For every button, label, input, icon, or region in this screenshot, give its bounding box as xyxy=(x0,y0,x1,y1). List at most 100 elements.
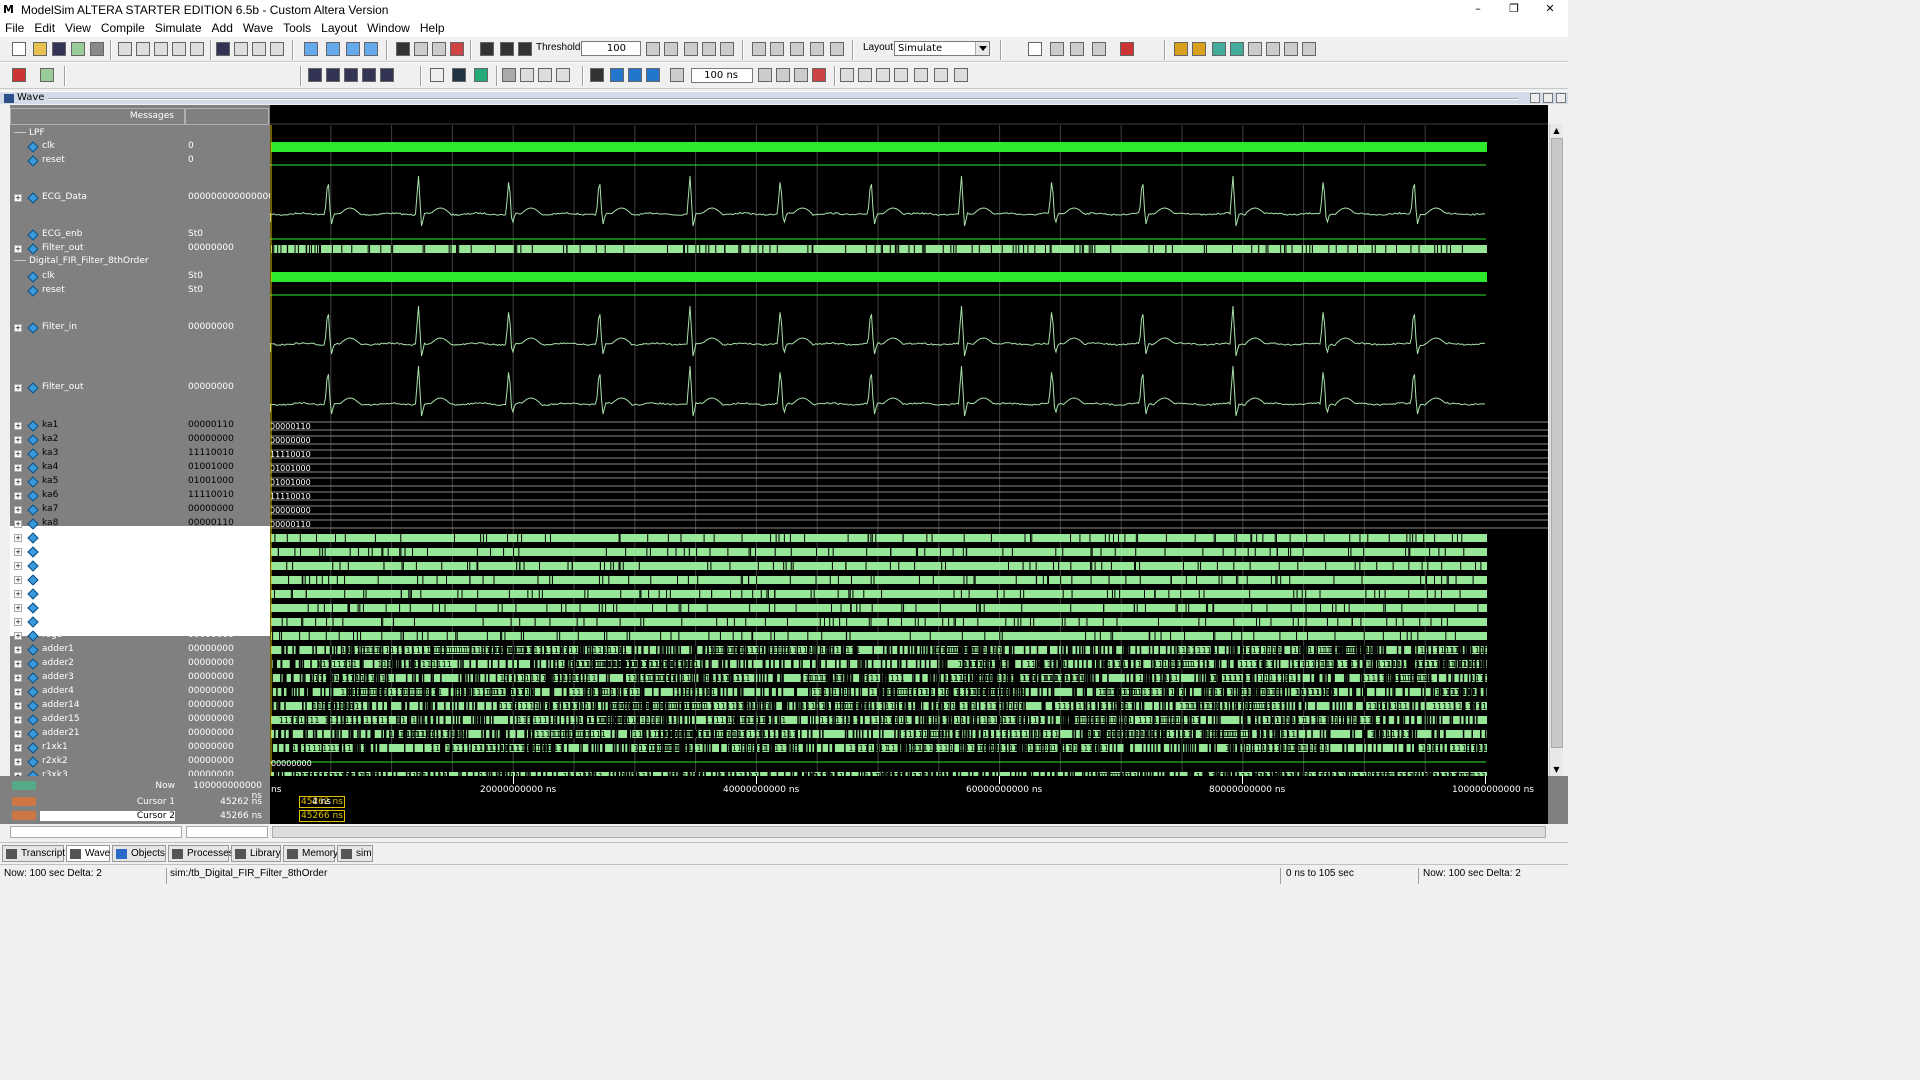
signal-row[interactable]: + adder3 xyxy=(10,671,185,685)
signal-row[interactable]: + ka4 xyxy=(10,461,185,475)
dataflow-icon[interactable] xyxy=(40,68,54,82)
time-icon-c[interactable] xyxy=(556,68,570,82)
expand-icon[interactable]: + xyxy=(14,492,22,500)
step-icon[interactable] xyxy=(414,42,428,56)
expand-icon[interactable]: + xyxy=(14,744,22,752)
restart-icon[interactable] xyxy=(432,42,446,56)
cursor-icon-b[interactable] xyxy=(1266,42,1280,56)
menu-add[interactable]: Add xyxy=(207,21,238,35)
clear-icon[interactable] xyxy=(752,42,766,56)
step-over-icon[interactable] xyxy=(480,42,494,56)
signal-row[interactable]: + r3xk3 xyxy=(10,769,185,776)
signal-row[interactable]: + reg6 xyxy=(10,601,185,615)
signal-row[interactable]: + r2xk2 xyxy=(10,755,185,769)
expand-icon[interactable]: + xyxy=(14,506,22,514)
signal-row[interactable]: + reg5 xyxy=(10,587,185,601)
cursor2-flag[interactable]: 45266 ns xyxy=(299,810,345,822)
signal-row[interactable]: + adder21 xyxy=(10,727,185,741)
step-b-icon[interactable] xyxy=(858,68,872,82)
values-hscroll[interactable] xyxy=(186,826,268,838)
expand-icon[interactable]: + xyxy=(14,548,22,556)
expand-icon[interactable]: + xyxy=(14,632,22,640)
expand-icon[interactable]: + xyxy=(14,702,22,710)
signal-row[interactable]: + reg2 xyxy=(10,545,185,559)
waveform-pane[interactable]: 00000110 00000000 11110010 01001000 01001000… xyxy=(270,105,1548,776)
expand-icon[interactable]: + xyxy=(14,384,22,392)
expand-icon[interactable]: + xyxy=(14,688,22,696)
cursor1-value[interactable]: 45262 ns xyxy=(185,797,262,807)
signal-row[interactable]: + ka2 xyxy=(10,433,185,447)
restore-button[interactable]: ❐ xyxy=(1496,0,1532,19)
signal-row[interactable]: + ka5 xyxy=(10,475,185,489)
cursor2-label[interactable]: Cursor 2 xyxy=(40,811,175,821)
expand-icon[interactable]: + xyxy=(14,716,22,724)
signal-row[interactable]: reset xyxy=(10,284,185,298)
layout-select[interactable]: Simulate xyxy=(894,41,990,56)
expand-icon[interactable]: + xyxy=(14,562,22,570)
break-run-icon[interactable] xyxy=(812,68,826,82)
signal-row[interactable]: + reg8 xyxy=(10,629,185,643)
clear-all-icon[interactable] xyxy=(770,42,784,56)
wave-format-a-icon[interactable] xyxy=(430,68,444,82)
undo-icon[interactable] xyxy=(172,42,186,56)
zoom-in-icon[interactable] xyxy=(308,68,322,82)
doc-icon[interactable] xyxy=(790,42,804,56)
find-x-icon[interactable] xyxy=(702,42,716,56)
lock-cursor-icon[interactable] xyxy=(12,797,36,806)
cancel-icon[interactable] xyxy=(830,42,844,56)
run-all-icon[interactable] xyxy=(794,68,808,82)
break-icon[interactable] xyxy=(396,42,410,56)
tab-objects[interactable]: Objects xyxy=(112,845,166,862)
expand-icon[interactable]: + xyxy=(14,245,22,253)
threshold-input[interactable]: 100 xyxy=(581,41,641,56)
expand-icon[interactable]: + xyxy=(14,660,22,668)
signal-row[interactable]: + ka7 xyxy=(10,503,185,517)
save-icon[interactable] xyxy=(52,42,66,56)
tab-library[interactable]: Library xyxy=(231,845,281,862)
expand-time-icon[interactable] xyxy=(502,68,516,82)
tab-processes[interactable]: Processes xyxy=(168,845,234,862)
waveform-canvas[interactable]: 00000110 00000000 11110010 01001000 01001000… xyxy=(270,105,1548,776)
tab-wave[interactable]: Wave xyxy=(66,845,110,862)
signal-row[interactable]: + Filter_out xyxy=(10,242,185,256)
expand-icon[interactable]: + xyxy=(14,618,22,626)
vertical-scroll-thumb[interactable] xyxy=(1551,138,1563,748)
simulate-icon[interactable] xyxy=(364,42,378,56)
expand-icon[interactable]: + xyxy=(14,464,22,472)
edge-icon[interactable] xyxy=(646,42,660,56)
doc2-icon[interactable] xyxy=(810,42,824,56)
arrow-icon[interactable] xyxy=(12,68,26,82)
signal-row[interactable]: + adder14 xyxy=(10,699,185,713)
expand-icon[interactable]: + xyxy=(14,758,22,766)
signal-row[interactable]: clk xyxy=(10,140,185,154)
panel-minimize-button[interactable] xyxy=(1530,93,1540,103)
expand-icon[interactable]: + xyxy=(14,324,22,332)
expand-icon[interactable]: + xyxy=(14,604,22,612)
next-edge-icon[interactable] xyxy=(720,42,734,56)
delete-cursor-icon[interactable] xyxy=(1192,42,1206,56)
time-icon-a[interactable] xyxy=(520,68,534,82)
step-e-icon[interactable] xyxy=(914,68,928,82)
wave-format-c-icon[interactable] xyxy=(474,68,488,82)
measure-icon[interactable] xyxy=(1092,42,1106,56)
expand-icon[interactable]: + xyxy=(14,450,22,458)
cursor-icon-d[interactable] xyxy=(1302,42,1316,56)
expand-icon[interactable]: + xyxy=(14,646,22,654)
menu-layout[interactable]: Layout xyxy=(316,21,362,35)
expand-icon[interactable]: + xyxy=(14,194,22,202)
wave-hscroll[interactable] xyxy=(272,826,1546,838)
menu-wave[interactable]: Wave xyxy=(238,21,278,35)
next-cursor-icon[interactable] xyxy=(1230,42,1244,56)
signal-row[interactable]: reset xyxy=(10,154,185,168)
run-continue-icon[interactable] xyxy=(776,68,790,82)
lock-cursor2-icon[interactable] xyxy=(12,811,36,820)
signal-row[interactable]: + ka1 xyxy=(10,419,185,433)
scroll-down-icon[interactable]: ▼ xyxy=(1550,763,1563,776)
zoom-full-icon[interactable] xyxy=(344,68,358,82)
tab-memory[interactable]: Memory xyxy=(283,845,338,862)
expand-icon[interactable]: + xyxy=(14,590,22,598)
names-hscroll[interactable] xyxy=(10,826,182,838)
expand-icon[interactable]: + xyxy=(14,576,22,584)
signal-row[interactable]: + ka8 xyxy=(10,517,185,531)
tab-sim[interactable]: sim xyxy=(337,845,373,862)
